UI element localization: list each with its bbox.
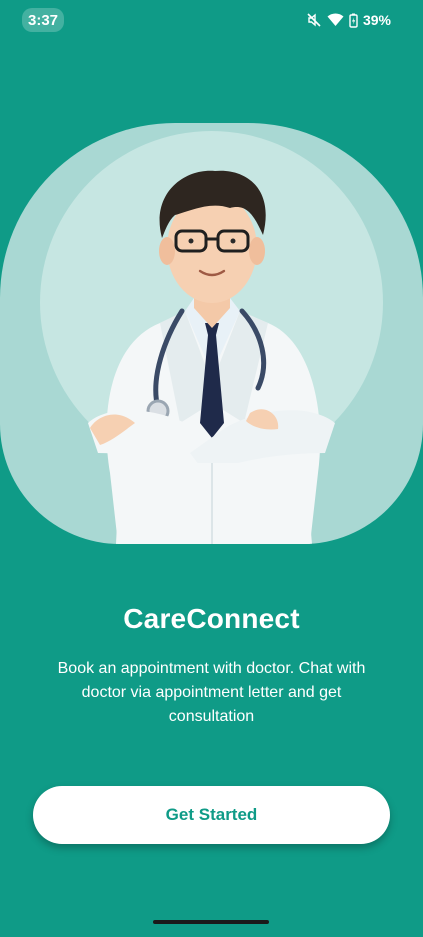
hero-illustration xyxy=(0,123,423,544)
wifi-icon xyxy=(327,13,344,27)
get-started-button[interactable]: Get Started xyxy=(33,786,390,844)
onboarding-screen: 3:37 39% CareConnect Book an appointment… xyxy=(0,0,423,937)
home-indicator[interactable] xyxy=(153,920,269,924)
status-time: 3:37 xyxy=(22,8,65,32)
mute-icon xyxy=(306,12,322,28)
battery-percent: 39% xyxy=(362,12,391,28)
status-bar: 3:37 39% xyxy=(0,0,423,40)
app-title: CareConnect xyxy=(123,603,300,634)
status-icons: 39% xyxy=(306,10,391,30)
battery-charging-icon xyxy=(349,13,358,28)
doctor-illustration xyxy=(88,170,335,544)
app-description: Book an appointment with doctor. Chat wi… xyxy=(57,660,366,725)
